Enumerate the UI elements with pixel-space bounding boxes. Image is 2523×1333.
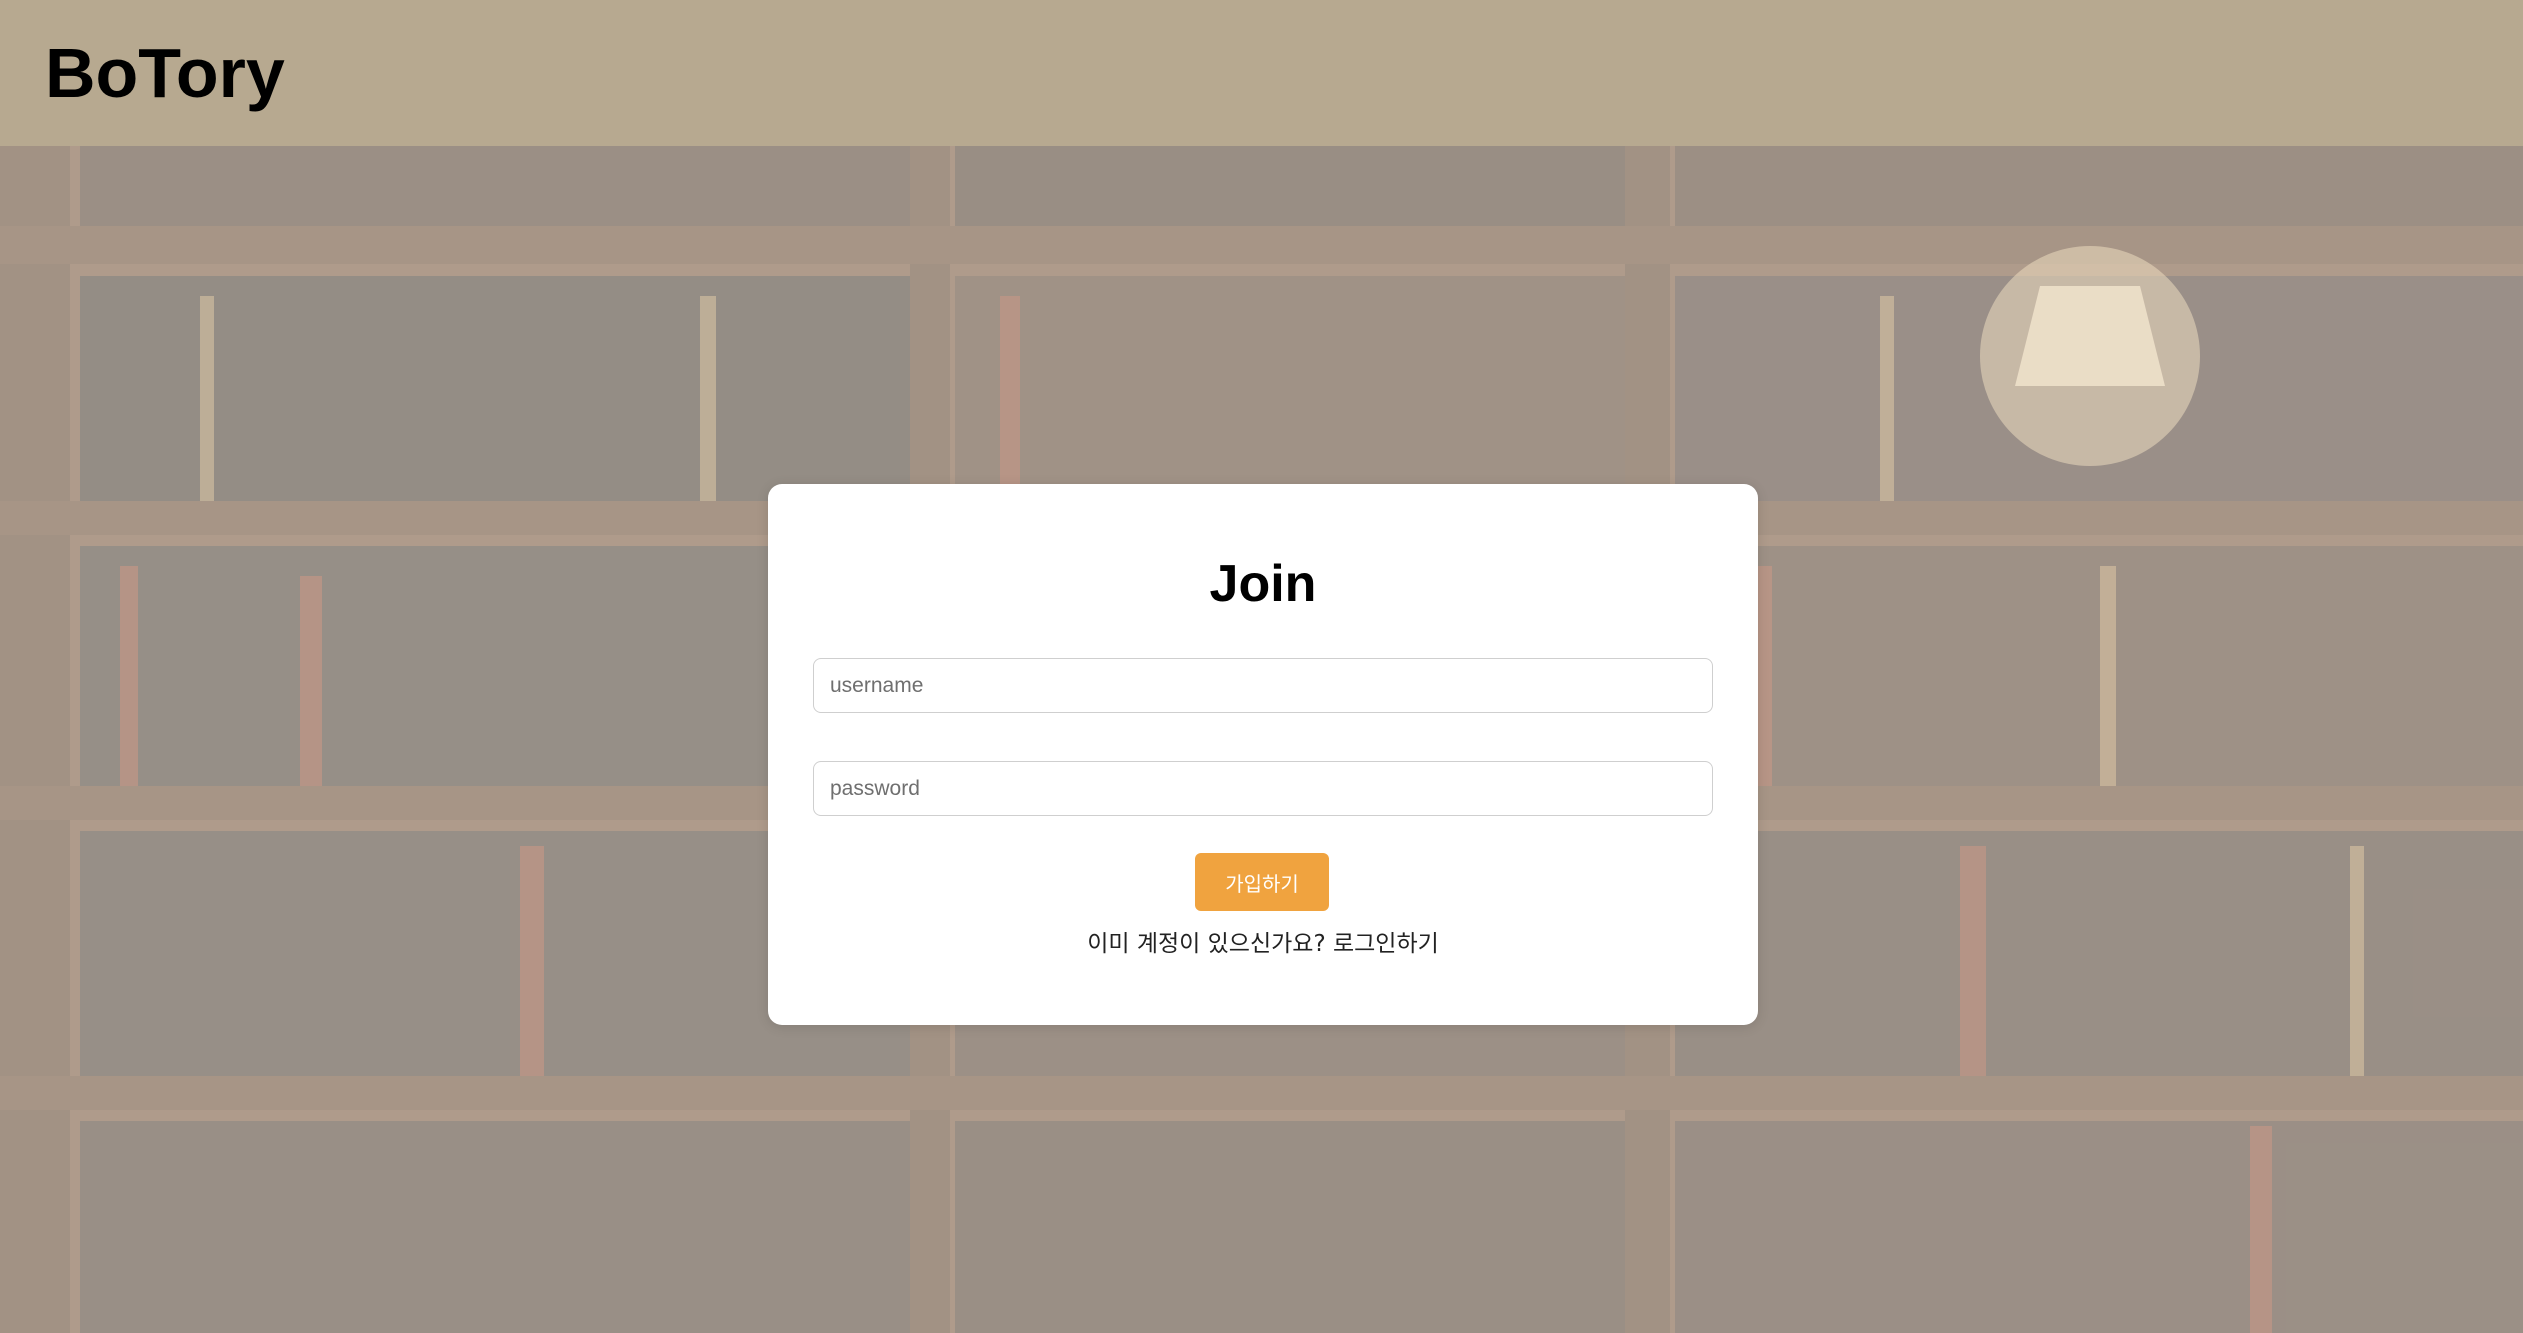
username-input[interactable] bbox=[813, 658, 1713, 713]
join-title: Join bbox=[1209, 555, 1317, 613]
login-prompt-text: 이미 계정이 있으신가요? bbox=[1087, 931, 1326, 957]
login-link[interactable]: 로그인하기 bbox=[1333, 931, 1439, 957]
page: BoTory Join username 가입하기 이미 계정이 있으신가요? … bbox=[0, 0, 2523, 1333]
top-header: BoTory bbox=[0, 0, 2523, 146]
brand-logo[interactable]: BoTory bbox=[45, 28, 285, 118]
login-prompt: 이미 계정이 있으신가요? 로그인하기 bbox=[768, 928, 1758, 960]
password-input[interactable] bbox=[813, 761, 1713, 816]
join-card: Join 가입하기 이미 계정이 있으신가요? 로그인하기 bbox=[768, 484, 1758, 1025]
signup-button[interactable]: 가입하기 bbox=[1195, 853, 1329, 911]
